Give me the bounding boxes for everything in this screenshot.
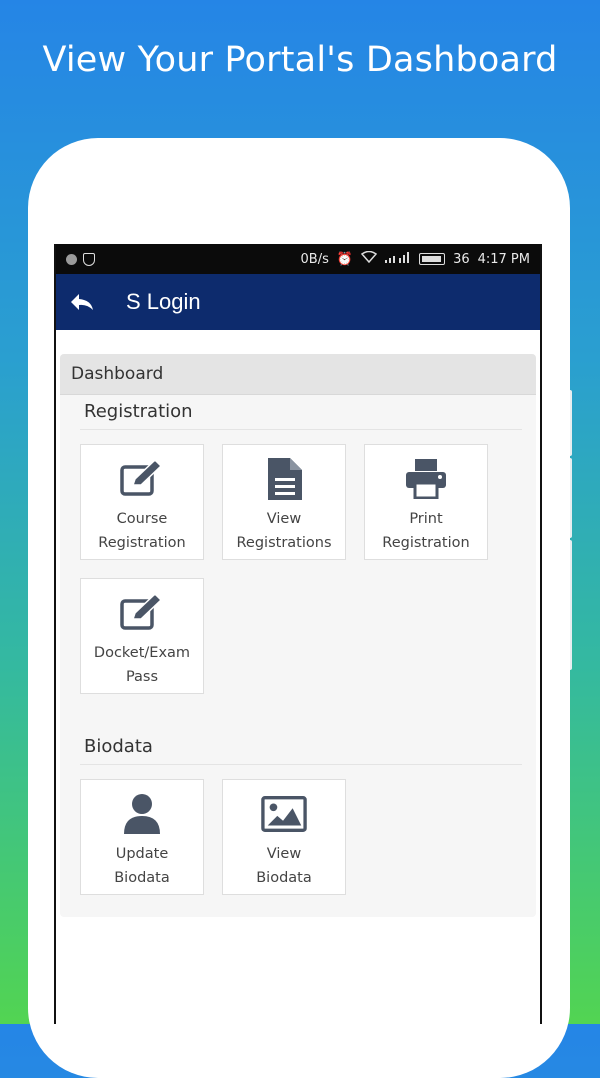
signal-icon (385, 251, 411, 267)
document-icon (261, 458, 307, 500)
status-bar: 0B/s ⏰ 36 4:17 PM (56, 244, 540, 274)
tile-label: Print Registration (382, 511, 470, 551)
docket-exam-pass-tile[interactable]: Docket/Exam Pass (80, 578, 204, 694)
user-icon (119, 794, 165, 834)
phone-screen: 0B/s ⏰ 36 4:17 PM S Login Dashboard Regi… (54, 244, 542, 1024)
battery-level: 36 (453, 251, 470, 267)
edit-icon (119, 459, 165, 499)
status-time: 4:17 PM (477, 251, 530, 267)
dashboard-card: Dashboard Registration Course Registrati… (60, 354, 536, 917)
alarm-icon: ⏰ (336, 251, 354, 267)
app-bar: S Login (56, 274, 540, 330)
shield-icon (83, 252, 95, 266)
edit-icon (119, 593, 165, 633)
back-button[interactable] (64, 284, 100, 320)
biodata-section: Biodata Update Biodata View Biodata (60, 730, 536, 917)
promo-title: View Your Portal's Dashboard (42, 40, 558, 80)
printer-icon (403, 459, 449, 499)
notification-dot-icon (66, 253, 77, 265)
view-biodata-tile[interactable]: View Biodata (222, 779, 346, 895)
dashboard-header: Dashboard (60, 354, 536, 395)
update-biodata-tile[interactable]: Update Biodata (80, 779, 204, 895)
back-arrow-icon (71, 294, 93, 310)
tile-label: Docket/Exam Pass (93, 645, 191, 685)
battery-icon (419, 253, 446, 265)
print-registration-tile[interactable]: Print Registration (364, 444, 488, 560)
wifi-icon (360, 250, 378, 267)
main-content: Dashboard Registration Course Registrati… (56, 330, 540, 917)
tile-label: View Registrations (236, 511, 332, 551)
image-icon (261, 794, 307, 834)
registration-section: Registration Course Registration View Re… (60, 395, 536, 694)
view-registrations-tile[interactable]: View Registrations (222, 444, 346, 560)
tile-label: View Biodata (256, 846, 312, 886)
tile-label: Update Biodata (114, 846, 170, 886)
course-registration-tile[interactable]: Course Registration (80, 444, 204, 560)
tile-label: Course Registration (98, 511, 186, 551)
section-title-biodata: Biodata (80, 730, 522, 765)
section-title-registration: Registration (80, 395, 522, 430)
app-title: S Login (126, 289, 201, 314)
network-speed: 0B/s (300, 251, 329, 267)
